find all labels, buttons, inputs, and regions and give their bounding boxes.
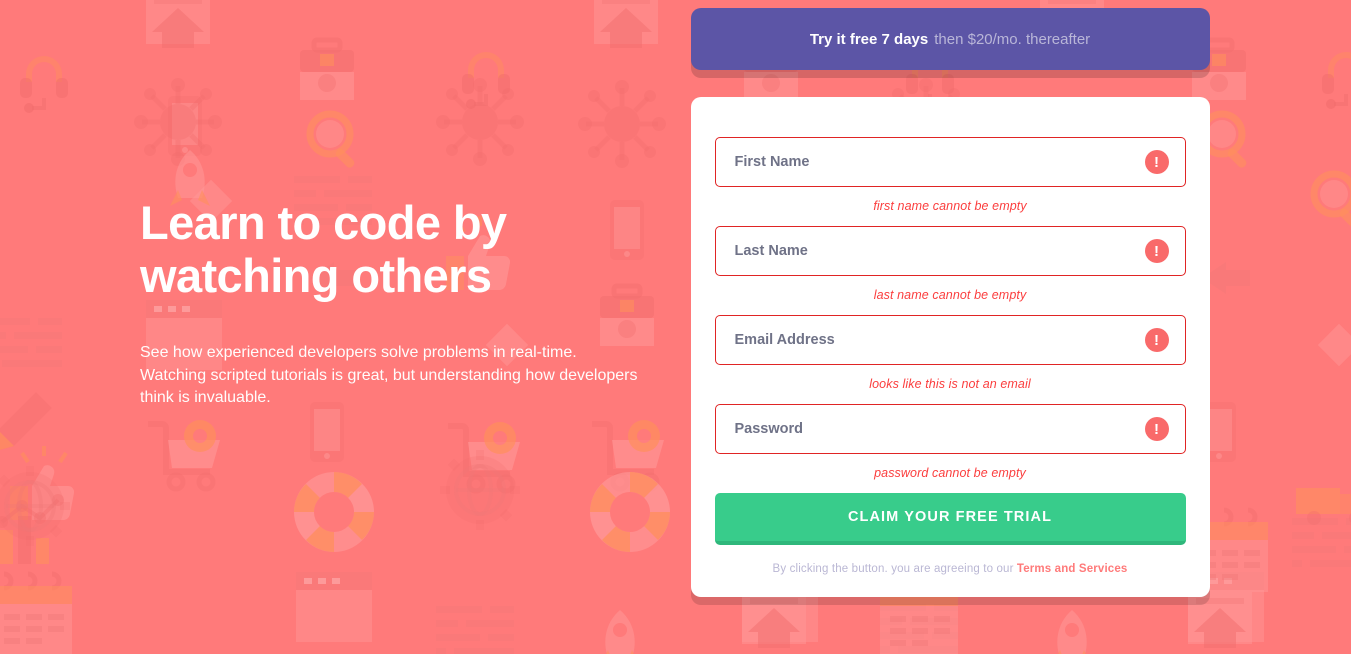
promo-banner-strong: Try it free 7 days — [809, 30, 929, 48]
field-group-email: ! looks like this is not an email — [714, 315, 1186, 391]
last-name-error-message: last name cannot be empty — [873, 288, 1027, 302]
signup-section: Try it free 7 days then $20/mo. thereafte… — [690, 0, 1210, 597]
field-group-last-name: ! last name cannot be empty — [714, 226, 1186, 302]
error-exclamation-icon: ! — [1144, 150, 1169, 174]
landing-page: Learn to code by watching others See how… — [0, 0, 1351, 654]
error-exclamation-icon: ! — [1144, 417, 1169, 441]
field-group-password: ! password cannot be empty — [714, 404, 1186, 480]
first-name-wrapper: ! — [714, 137, 1186, 187]
promo-banner-rest: then $20/mo. thereafter — [934, 30, 1091, 48]
terms-prefix-text: By clicking the button. you are agreeing… — [772, 563, 1017, 575]
email-error-message: looks like this is not an email — [869, 377, 1031, 391]
password-input[interactable] — [714, 404, 1186, 454]
hero-section: Learn to code by watching others See how… — [0, 0, 690, 410]
password-wrapper: ! — [714, 404, 1186, 454]
promo-banner[interactable]: Try it free 7 days then $20/mo. thereafte… — [690, 8, 1210, 70]
claim-free-trial-button[interactable]: CLAIM YOUR FREE TRIAL — [714, 493, 1186, 545]
hero-subtitle: See how experienced developers solve pro… — [140, 344, 638, 406]
first-name-input[interactable] — [714, 137, 1186, 187]
terms-notice: By clicking the button. you are agreeing… — [715, 563, 1186, 575]
signup-card: ! first name cannot be empty ! last name… — [690, 97, 1210, 597]
first-name-error-message: first name cannot be empty — [873, 199, 1027, 213]
page-title: Learn to code by watching others — [140, 196, 507, 302]
email-wrapper: ! — [714, 315, 1186, 365]
email-input[interactable] — [714, 315, 1186, 365]
field-group-first-name: ! first name cannot be empty — [714, 137, 1186, 213]
password-error-message: password cannot be empty — [874, 466, 1026, 480]
terms-and-services-link[interactable]: Terms and Services — [1017, 563, 1128, 575]
last-name-wrapper: ! — [714, 226, 1186, 276]
error-exclamation-icon: ! — [1144, 239, 1169, 263]
error-exclamation-icon: ! — [1144, 328, 1169, 352]
last-name-input[interactable] — [714, 226, 1186, 276]
